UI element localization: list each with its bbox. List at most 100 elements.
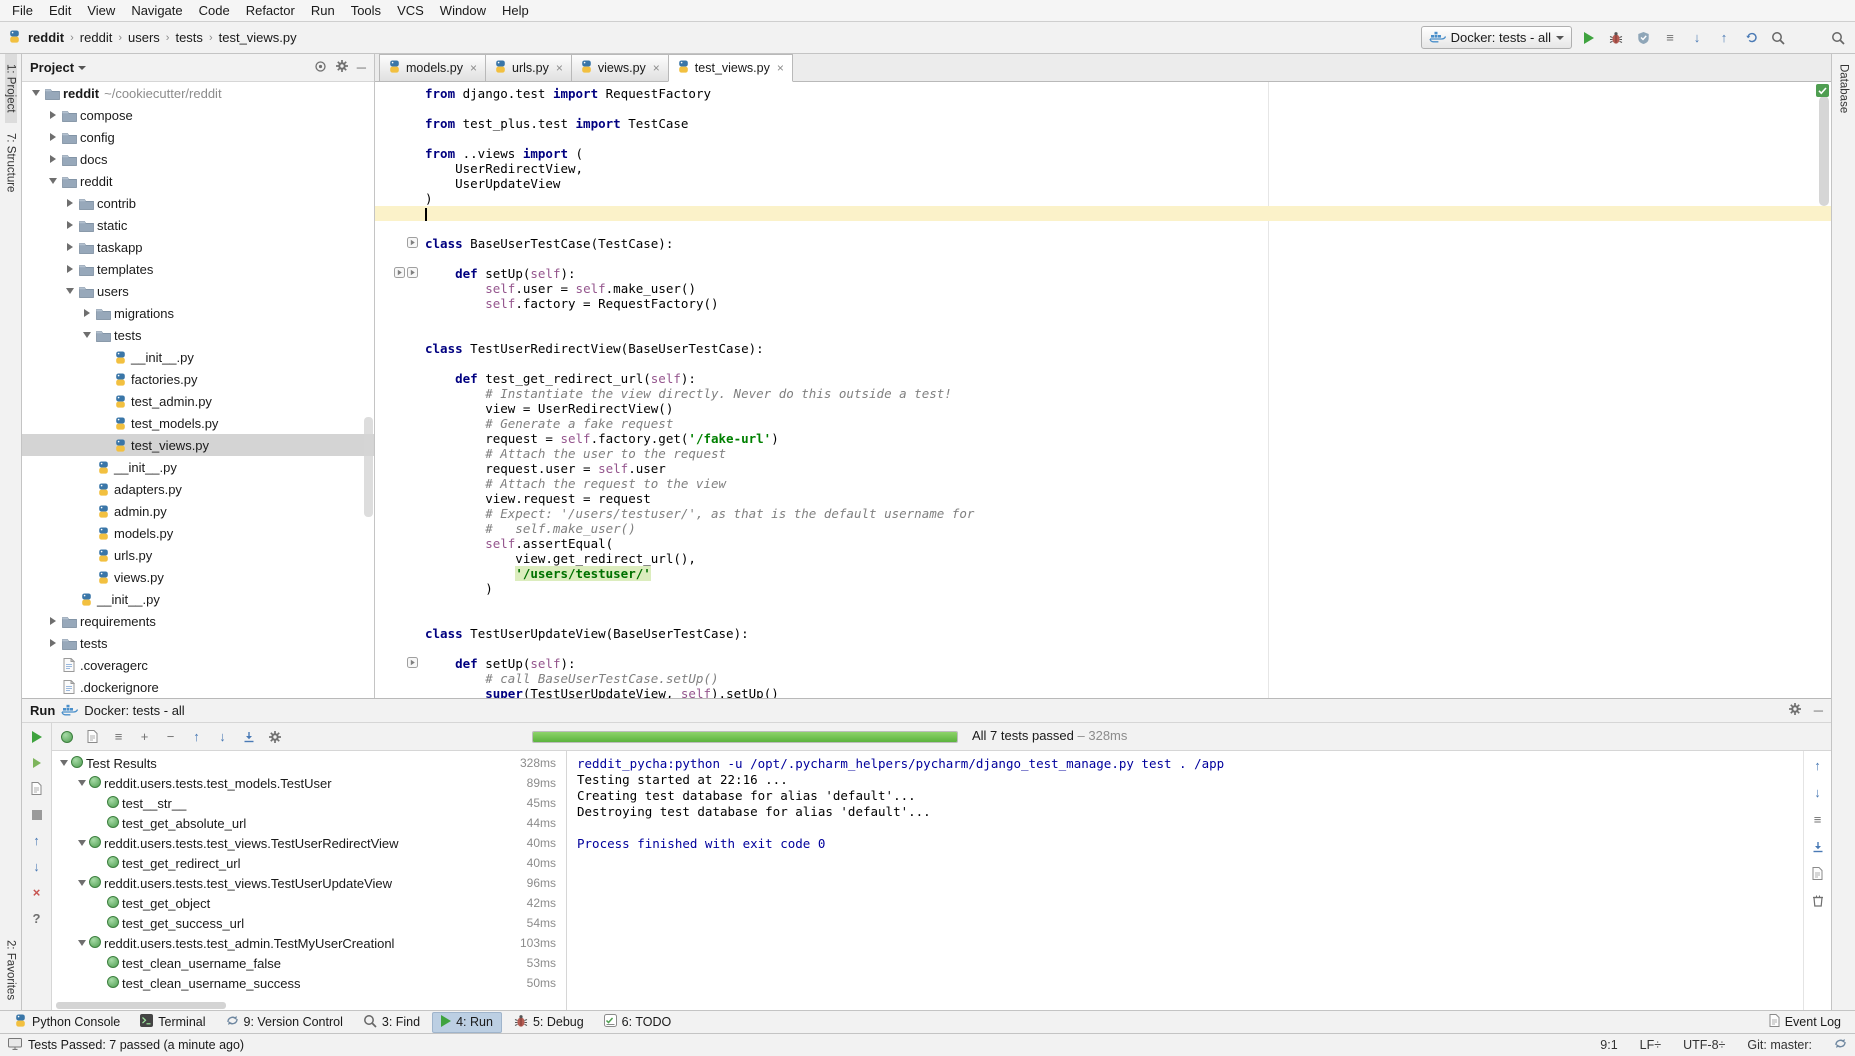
breadcrumb-item-reddit[interactable]: reddit bbox=[25, 28, 67, 47]
menu-code[interactable]: Code bbox=[191, 2, 238, 19]
expand-arrow-icon[interactable] bbox=[45, 178, 60, 184]
code-line[interactable]: # Generate a fake request bbox=[375, 416, 1831, 431]
tree-item-coveragerc[interactable]: .coveragerc bbox=[22, 654, 374, 676]
search-everywhere-button[interactable] bbox=[1769, 29, 1787, 47]
editor-scrollbar[interactable] bbox=[1819, 96, 1829, 206]
run-button[interactable] bbox=[1580, 29, 1598, 47]
test-item-test-get-success-url[interactable]: test_get_success_url 54ms bbox=[52, 913, 566, 933]
toggle-output-icon[interactable] bbox=[28, 780, 45, 797]
tree-item-dockerignore[interactable]: .dockerignore bbox=[22, 676, 374, 698]
tree-item-adapters-py[interactable]: adapters.py bbox=[22, 478, 374, 500]
help-button[interactable]: ? bbox=[28, 910, 45, 927]
toolwindow-button-database[interactable]: Database bbox=[1838, 54, 1850, 123]
code-line[interactable]: UserRedirectView, bbox=[375, 161, 1831, 176]
rerun-failed-button[interactable] bbox=[28, 754, 45, 771]
debug-button[interactable] bbox=[1607, 29, 1625, 47]
sort-alphabetically-icon[interactable]: ≡ bbox=[110, 728, 127, 745]
expand-arrow-icon[interactable] bbox=[45, 617, 60, 625]
code-line[interactable] bbox=[375, 221, 1831, 236]
toolwindow-button-project[interactable]: 1: Project bbox=[5, 54, 17, 123]
breadcrumb-item-test-views-py[interactable]: test_views.py bbox=[216, 28, 300, 47]
menu-run[interactable]: Run bbox=[303, 2, 343, 19]
code-line[interactable] bbox=[375, 131, 1831, 146]
run-configuration-select[interactable]: Docker: tests - all bbox=[1421, 26, 1572, 49]
code-line[interactable]: # Instantiate the view directly. Never d… bbox=[375, 386, 1831, 401]
tree-item-migrations[interactable]: migrations bbox=[22, 302, 374, 324]
code-line[interactable] bbox=[375, 641, 1831, 656]
profile-button[interactable]: ≡ bbox=[1661, 29, 1679, 47]
up-stack-trace-icon[interactable]: ↑ bbox=[28, 832, 45, 849]
toolwindow-button-structure[interactable]: 7: Structure bbox=[5, 123, 17, 202]
tree-item-factories-py[interactable]: factories.py bbox=[22, 368, 374, 390]
update-project-button[interactable]: ↓ bbox=[1688, 29, 1706, 47]
close-button[interactable]: × bbox=[28, 884, 45, 901]
code-line[interactable] bbox=[375, 311, 1831, 326]
show-ignored-icon[interactable] bbox=[84, 728, 101, 745]
test-item-reddit-users-tests-test-views-testuserredirectview[interactable]: reddit.users.tests.test_views.TestUserRe… bbox=[52, 833, 566, 853]
toolwindow-button-python-console[interactable]: Python Console bbox=[6, 1012, 128, 1032]
code-line[interactable]: '/users/testuser/' bbox=[375, 566, 1831, 581]
close-tab-icon[interactable]: × bbox=[468, 61, 477, 75]
tree-item-init-py[interactable]: __init__.py bbox=[22, 346, 374, 368]
toolwindow-button-3-find[interactable]: 3: Find bbox=[355, 1012, 428, 1033]
rerun-button[interactable] bbox=[28, 728, 45, 745]
run-with-coverage-button[interactable] bbox=[1634, 29, 1652, 47]
code-line[interactable]: view.get_redirect_url(), bbox=[375, 551, 1831, 566]
scroll-up-icon[interactable]: ↑ bbox=[1809, 757, 1826, 774]
toolwindow-button-6-todo[interactable]: 6: TODO bbox=[596, 1012, 680, 1032]
code-line[interactable]: class BaseUserTestCase(TestCase): bbox=[375, 236, 1831, 251]
tree-item-compose[interactable]: compose bbox=[22, 104, 374, 126]
code-line[interactable]: def setUp(self): bbox=[375, 656, 1831, 671]
code-line[interactable]: class TestUserUpdateView(BaseUserTestCas… bbox=[375, 626, 1831, 641]
tree-item-init-py[interactable]: __init__.py bbox=[22, 456, 374, 478]
export-results-icon[interactable] bbox=[240, 728, 257, 745]
toolwindow-button-4-run[interactable]: 4: Run bbox=[432, 1012, 502, 1033]
toolwindow-button-9-version-control[interactable]: 9: Version Control bbox=[218, 1012, 351, 1032]
code-line[interactable]: def test_get_redirect_url(self): bbox=[375, 371, 1831, 386]
tree-item-reddit[interactable]: reddit bbox=[22, 170, 374, 192]
code-line[interactable]: UserUpdateView bbox=[375, 176, 1831, 191]
tree-item-admin-py[interactable]: admin.py bbox=[22, 500, 374, 522]
code-line[interactable]: view = UserRedirectView() bbox=[375, 401, 1831, 416]
code-line[interactable]: # Expect: '/users/testuser/', as that is… bbox=[375, 506, 1831, 521]
code-line[interactable]: ) bbox=[375, 191, 1831, 206]
toolwindow-toggle-icon[interactable] bbox=[8, 1038, 22, 1053]
expand-arrow-icon[interactable] bbox=[62, 221, 77, 229]
tree-item-config[interactable]: config bbox=[22, 126, 374, 148]
editor-tab-urls-py[interactable]: urls.py × bbox=[485, 54, 572, 81]
test-item-test-get-object[interactable]: test_get_object 42ms bbox=[52, 893, 566, 913]
code-editor[interactable]: from django.test import RequestFactoryfr… bbox=[375, 82, 1831, 698]
breadcrumb-item-users[interactable]: users bbox=[125, 28, 163, 47]
code-line[interactable] bbox=[375, 356, 1831, 371]
locate-file-icon[interactable] bbox=[314, 60, 327, 76]
editor-tab-models-py[interactable]: models.py × bbox=[379, 54, 486, 81]
test-item-test-str[interactable]: test__str__ 45ms bbox=[52, 793, 566, 813]
run-console[interactable]: reddit_pycha:python -u /opt/.pycharm_hel… bbox=[567, 751, 1831, 1010]
menu-edit[interactable]: Edit bbox=[41, 2, 79, 19]
expand-arrow-icon[interactable] bbox=[62, 199, 77, 207]
menu-view[interactable]: View bbox=[79, 2, 123, 19]
test-item-reddit-users-tests-test-models-testuser[interactable]: reddit.users.tests.test_models.TestUser … bbox=[52, 773, 566, 793]
scroll-down-icon[interactable]: ↓ bbox=[1809, 784, 1826, 801]
stop-button[interactable] bbox=[28, 806, 45, 823]
expand-arrow-icon[interactable] bbox=[45, 111, 60, 119]
code-line[interactable]: # Attach the user to the request bbox=[375, 446, 1831, 461]
tree-item-views-py[interactable]: views.py bbox=[22, 566, 374, 588]
test-settings-gear-icon[interactable] bbox=[266, 728, 283, 745]
code-line[interactable]: from test_plus.test import TestCase bbox=[375, 116, 1831, 131]
code-line[interactable]: request = self.factory.get('/fake-url') bbox=[375, 431, 1831, 446]
tree-item-test-admin-py[interactable]: test_admin.py bbox=[22, 390, 374, 412]
tree-item-docs[interactable]: docs bbox=[22, 148, 374, 170]
run-test-gutter-icon[interactable] bbox=[394, 266, 405, 281]
hide-panel-icon[interactable]: ─ bbox=[1814, 703, 1823, 718]
code-line[interactable]: self.user = self.make_user() bbox=[375, 281, 1831, 296]
expand-arrow-icon[interactable] bbox=[62, 265, 77, 273]
expand-arrow-icon[interactable] bbox=[74, 940, 89, 946]
code-line[interactable]: self.factory = RequestFactory() bbox=[375, 296, 1831, 311]
test-item-test-results[interactable]: Test Results 328ms bbox=[52, 753, 566, 773]
menu-file[interactable]: File bbox=[4, 2, 41, 19]
status-item-9-1[interactable]: 9:1 bbox=[1600, 1038, 1617, 1052]
search-everywhere-button[interactable] bbox=[1829, 29, 1847, 47]
tree-item-init-py[interactable]: __init__.py bbox=[22, 588, 374, 610]
tree-item-tests[interactable]: tests bbox=[22, 632, 374, 654]
